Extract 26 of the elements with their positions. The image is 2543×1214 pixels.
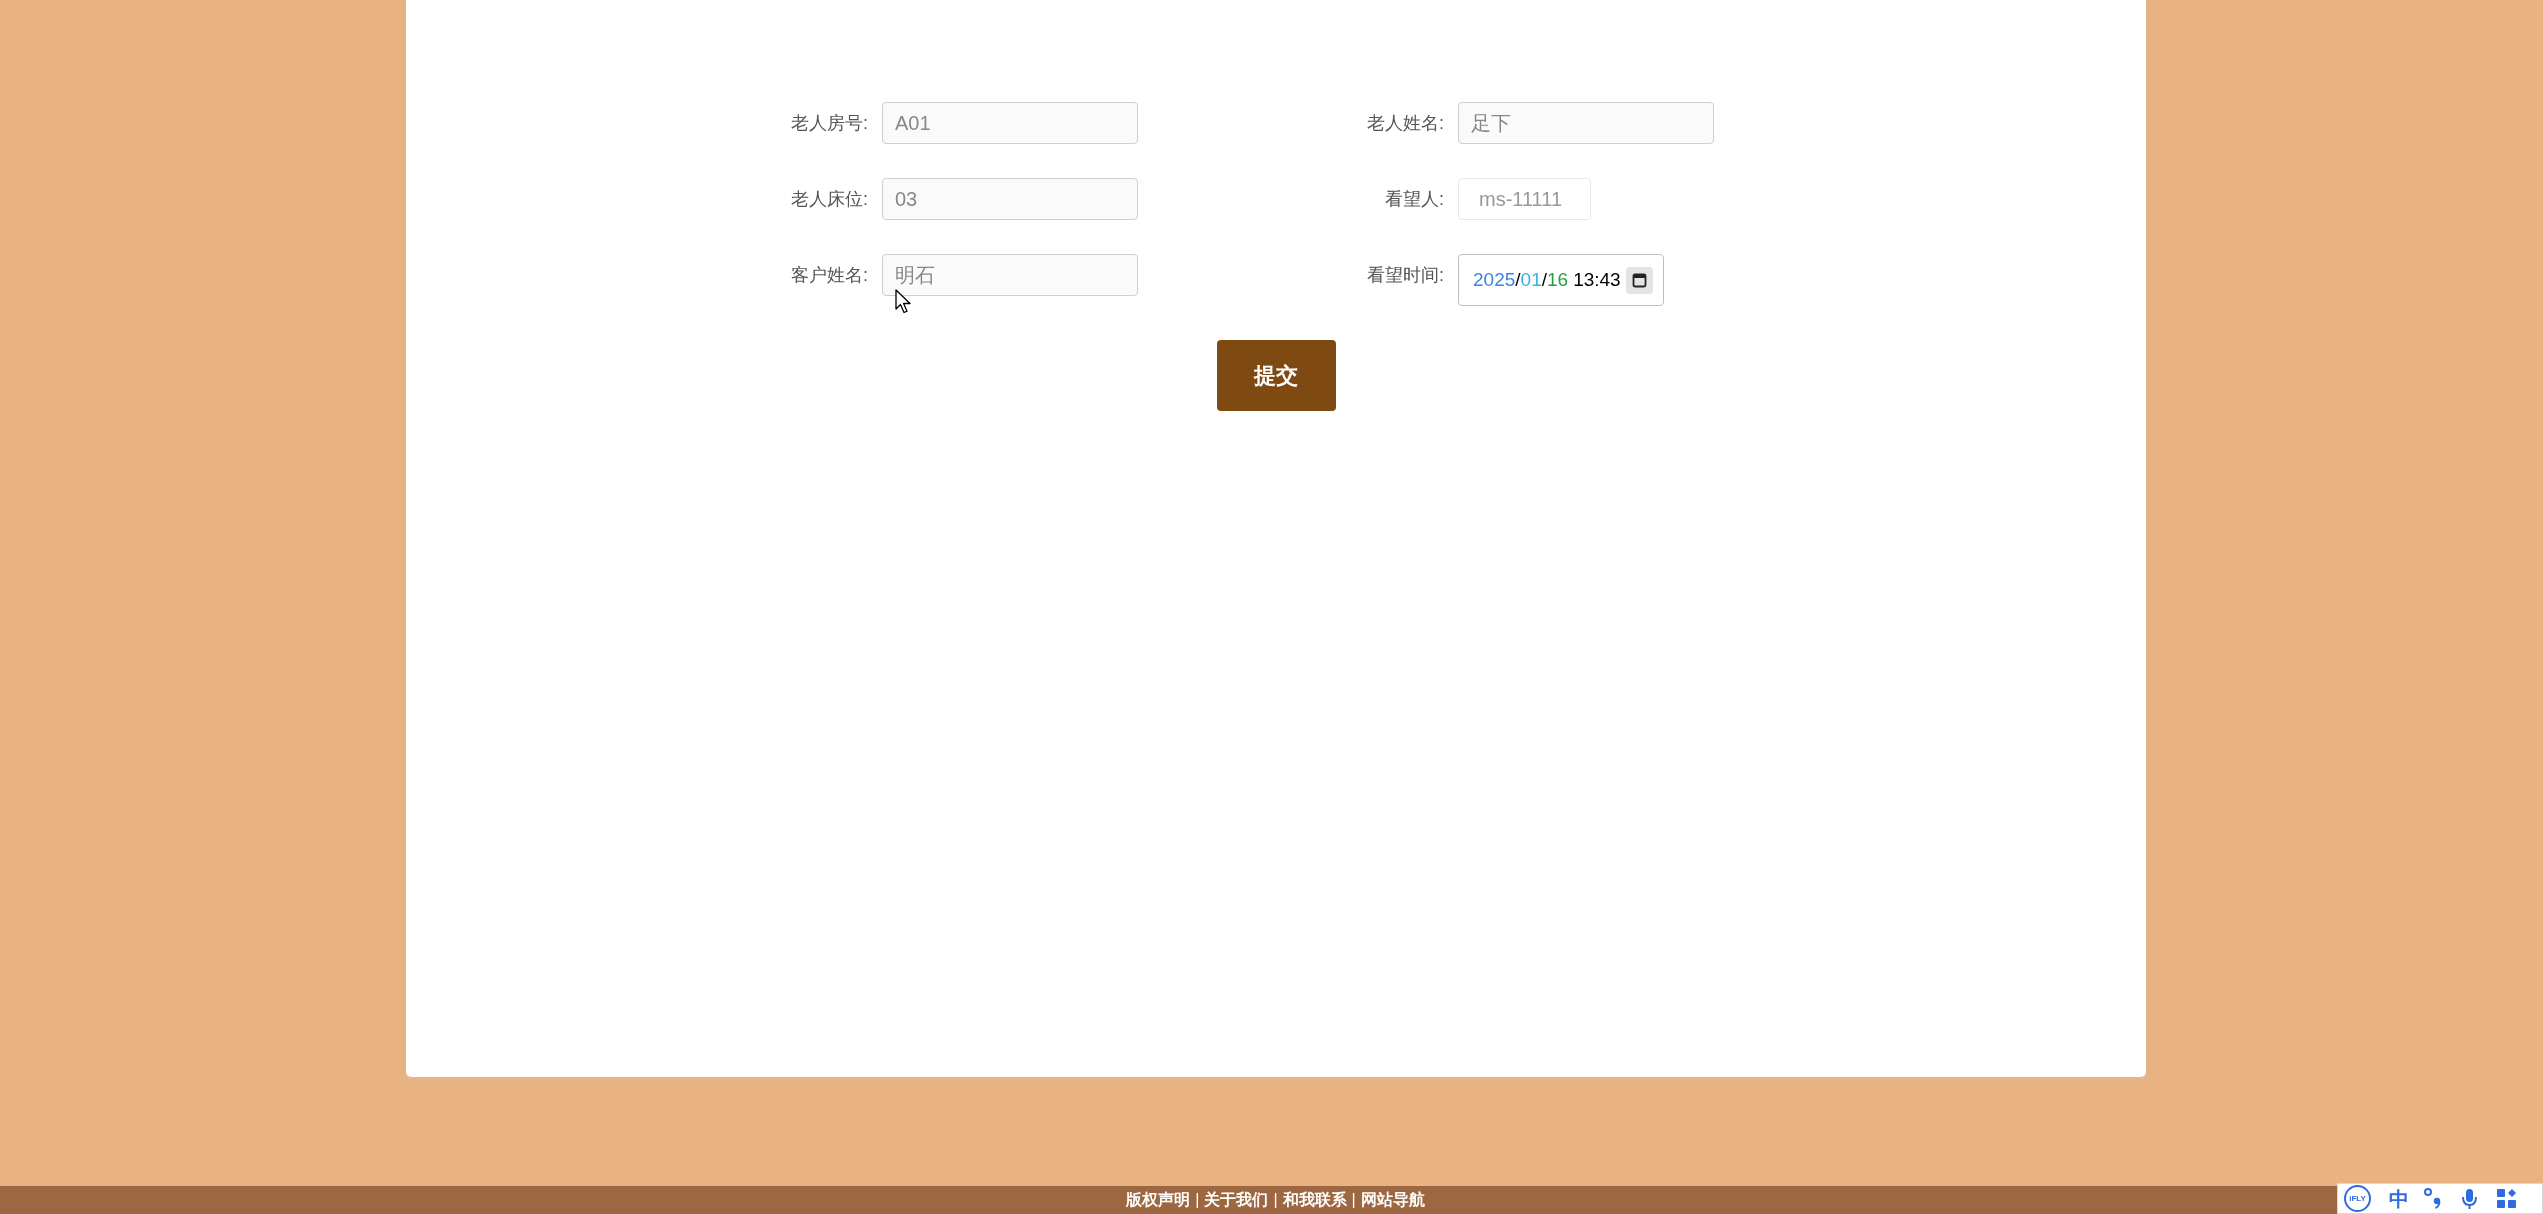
field-label: 客户姓名: — [791, 264, 868, 287]
cursor-icon — [895, 289, 912, 314]
footer-link[interactable]: 和我联系 — [1282, 1186, 1347, 1214]
field-label: 看望人: — [1385, 188, 1444, 211]
datetime-field[interactable]: 2025/01/16 13:43 — [1458, 254, 1664, 306]
punctuation-icon[interactable] — [2424, 1188, 2442, 1209]
footer-link[interactable]: 网站导航 — [1360, 1186, 1425, 1214]
footer-link[interactable]: 版权声明 — [1126, 1186, 1191, 1214]
separator-text: | — [1273, 1190, 1278, 1210]
field-label: 老人姓名: — [1367, 112, 1444, 135]
field-label: 看望时间: — [1367, 264, 1444, 287]
apps-grid-icon[interactable] — [2497, 1189, 2516, 1208]
input-field[interactable]: A01 — [882, 102, 1138, 144]
separator-text: | — [1195, 1190, 1200, 1210]
input-field[interactable]: ms-11111 — [1458, 178, 1591, 220]
submit-button[interactable]: 提交 — [1216, 340, 1336, 411]
field-label: 老人床位: — [791, 188, 868, 211]
input-field[interactable]: 03 — [882, 178, 1138, 220]
separator-text: | — [1351, 1190, 1356, 1210]
microphone-icon[interactable] — [2462, 1188, 2477, 1209]
footer-link[interactable]: 关于我们 — [1204, 1186, 1269, 1214]
field-label: 老人房号: — [791, 112, 868, 135]
input-field[interactable]: 足下 — [1458, 102, 1714, 144]
input-field[interactable]: 明石 — [882, 254, 1138, 296]
input-mode-toggle[interactable]: 中 — [2389, 1188, 2409, 1209]
ime-logo[interactable]: iFLY — [2344, 1185, 2371, 1212]
